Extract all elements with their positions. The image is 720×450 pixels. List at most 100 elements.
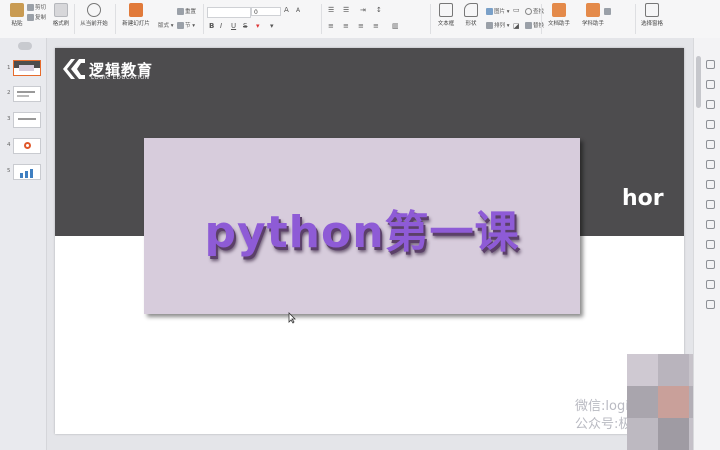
tool-icon[interactable] <box>706 240 715 249</box>
selection-pane-button[interactable]: 选择窗格 <box>637 3 667 27</box>
selection-pane-icon <box>645 3 659 17</box>
slide-thumbnail-2[interactable] <box>13 86 41 102</box>
font-name-combo[interactable] <box>207 7 251 18</box>
divider <box>115 4 116 34</box>
tool-icon[interactable] <box>706 220 715 229</box>
divider <box>635 4 636 34</box>
shrink-font-button[interactable]: A <box>296 7 300 14</box>
slide-thumbnail-1[interactable] <box>13 60 41 76</box>
search-icon <box>525 8 532 15</box>
divider <box>74 4 75 34</box>
slide-thumbnail-3[interactable] <box>13 112 41 128</box>
divider <box>541 4 542 34</box>
divider <box>430 4 431 34</box>
thumb-preview <box>17 91 35 93</box>
right-sidebar <box>693 38 720 450</box>
shape-icon <box>464 3 478 17</box>
view-toggle[interactable] <box>18 42 32 50</box>
copy-icon <box>27 14 34 21</box>
new-slide-button[interactable]: 新建幻灯片 <box>117 3 155 27</box>
copy-button[interactable]: 复制 <box>27 14 46 23</box>
text-effect-icon[interactable]: ▾ <box>270 22 274 30</box>
thumb-preview <box>17 95 29 97</box>
assistant-icon <box>604 8 611 15</box>
thumb-number: 5 <box>7 168 11 174</box>
title-overlay-box[interactable]: python第一课 <box>144 138 580 314</box>
thumb-number: 4 <box>7 142 11 148</box>
cut-button[interactable]: 剪切 <box>27 4 46 13</box>
replace-icon <box>525 22 532 29</box>
columns-icon[interactable]: ▥ <box>392 22 399 30</box>
indent-icon[interactable]: ⇥ <box>360 6 366 14</box>
textbox-button[interactable]: 文本框 <box>433 3 459 27</box>
line-spacing-icon[interactable]: ↕ <box>376 6 382 14</box>
align-left-icon[interactable]: ≡ <box>328 22 334 30</box>
tool-icon[interactable] <box>706 100 715 109</box>
slide[interactable]: 逻辑教育 LOGIC EDUCATION hor python第一课 微信:lo… <box>55 48 684 434</box>
font-size-combo[interactable]: 0 <box>251 7 281 16</box>
paste-icon <box>10 3 24 17</box>
image-button[interactable]: 图片 ▾ <box>486 8 510 17</box>
tool-icon[interactable] <box>706 80 715 89</box>
divider <box>203 4 204 34</box>
outline-icon[interactable]: ▭ <box>513 6 520 14</box>
shape-button[interactable]: 形状 <box>459 3 483 27</box>
tool-icon[interactable] <box>706 180 715 189</box>
ribbon-toolbar: 粘贴 剪切 复制 格式刷 从当前开始 新建幻灯片 版式 ▾ 重置 节 ▾ 0 A… <box>0 0 720 39</box>
slide-canvas[interactable]: 逻辑教育 LOGIC EDUCATION hor python第一课 微信:lo… <box>47 38 693 450</box>
tool-icon[interactable] <box>706 300 715 309</box>
slide-thumbnail-4[interactable] <box>13 138 41 154</box>
strikethrough-button[interactable]: S <box>243 22 247 30</box>
underline-button[interactable]: U <box>231 22 236 30</box>
tool-icon[interactable] <box>706 120 715 129</box>
tool-icon[interactable] <box>706 260 715 269</box>
section-icon <box>177 22 184 29</box>
thumb-preview <box>25 171 28 178</box>
thumb-preview <box>20 173 23 178</box>
align-center-icon[interactable]: ≡ <box>343 22 349 30</box>
section-dropdown[interactable]: 节 ▾ <box>177 22 195 31</box>
thumb-number: 1 <box>7 65 11 71</box>
layout-dropdown[interactable]: 版式 ▾ <box>158 22 174 31</box>
assistant-icon[interactable] <box>604 8 612 17</box>
font-color-icon[interactable]: ▾ <box>256 22 260 30</box>
tool-icon[interactable] <box>706 60 715 69</box>
thumb-preview <box>24 142 31 149</box>
textbox-icon <box>439 3 453 17</box>
grow-font-button[interactable]: A <box>284 6 289 14</box>
thumb-preview <box>30 169 33 178</box>
tool-icon[interactable] <box>706 160 715 169</box>
reset-button[interactable]: 重置 <box>177 8 196 17</box>
thumb-number: 2 <box>7 90 11 96</box>
align-right-icon[interactable]: ≡ <box>358 22 364 30</box>
thumb-preview <box>18 118 36 120</box>
justify-icon[interactable]: ≡ <box>373 22 379 30</box>
doc-helper-button[interactable]: 文档助手 <box>543 3 575 27</box>
slide-thumbnail-5[interactable] <box>13 164 41 180</box>
watermark-official: 公众号:极 <box>575 417 632 432</box>
bold-button[interactable]: B <box>209 22 214 30</box>
play-from-current-button[interactable]: 从当前开始 <box>76 3 112 27</box>
image-icon <box>486 8 493 15</box>
italic-button[interactable]: I <box>220 22 222 30</box>
divider <box>321 4 322 34</box>
fill-icon[interactable]: ◪ <box>513 22 520 30</box>
tool-icon[interactable] <box>706 200 715 209</box>
academic-icon <box>586 3 600 17</box>
document-icon <box>552 3 566 17</box>
thumb-preview <box>19 65 34 71</box>
slide-thumbnails-panel: 1 2 3 4 5 <box>0 38 47 450</box>
new-slide-icon <box>129 3 143 17</box>
overlay-title: python第一课 <box>204 207 520 258</box>
bullet-list-icon[interactable]: ☰ <box>328 6 334 14</box>
scissors-icon <box>27 4 34 11</box>
vertical-scrollbar[interactable] <box>696 56 701 108</box>
arrange-icon <box>486 22 493 29</box>
arrange-button[interactable]: 排列 ▾ <box>486 22 510 31</box>
mouse-cursor-icon <box>288 312 296 324</box>
slide-title-partial: hor <box>622 186 664 211</box>
format-painter-button[interactable]: 格式刷 <box>46 3 76 27</box>
numbered-list-icon[interactable]: ☰ <box>343 6 349 14</box>
tool-icon[interactable] <box>706 140 715 149</box>
tool-icon[interactable] <box>706 280 715 289</box>
